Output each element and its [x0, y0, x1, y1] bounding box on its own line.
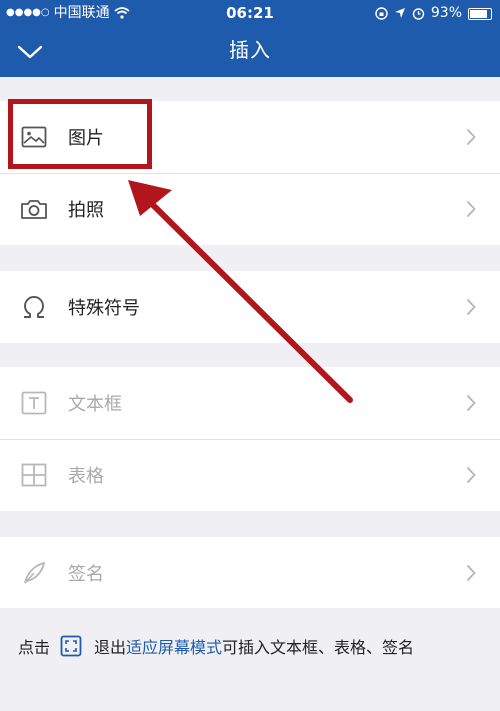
status-bar: ●●●●○ 中国联通 06:21 93%: [0, 0, 500, 26]
group-signature: 签名: [0, 537, 500, 609]
group-symbols: 特殊符号: [0, 271, 500, 343]
location-arrow-icon: [394, 8, 405, 18]
hint-prefix: 点击: [18, 638, 51, 657]
chevron-right-icon: [466, 564, 476, 582]
menu-item-camera[interactable]: 拍照: [0, 173, 500, 245]
group-layout: 文本框 表格: [0, 367, 500, 511]
battery-icon: [468, 8, 492, 20]
chevron-right-icon: [466, 394, 476, 412]
fit-screen-mode-link[interactable]: 适应屏幕模式: [126, 634, 222, 658]
signature-pen-icon: [20, 559, 48, 587]
alarm-icon: [412, 7, 425, 20]
hint-middle: 退出: [94, 638, 127, 657]
annotation-highlight-box: [8, 99, 152, 169]
menu-item-label: 表格: [68, 466, 104, 487]
menu-item-text-box[interactable]: 文本框: [0, 367, 500, 439]
menu-item-label: 拍照: [68, 200, 104, 221]
text-box-icon: [20, 389, 48, 417]
menu-item-special-symbols[interactable]: 特殊符号: [0, 271, 500, 343]
hint-suffix: 可插入文本框、表格、签名: [222, 638, 415, 657]
menu-item-label: 签名: [68, 564, 104, 585]
table-icon: [20, 461, 48, 489]
rotation-lock-icon: [375, 6, 388, 20]
nav-bar: 插入: [0, 26, 500, 77]
menu-item-table[interactable]: 表格: [0, 439, 500, 511]
header: ●●●●○ 中国联通 06:21 93% 插入: [0, 0, 500, 77]
chevron-right-icon: [466, 200, 476, 218]
camera-icon: [20, 195, 48, 223]
footer-hint: 点击 退出 适应屏幕模式 可插入文本框、表格、签名: [0, 608, 500, 711]
chevron-right-icon: [466, 466, 476, 484]
menu-item-label: 文本框: [68, 394, 122, 415]
chevron-right-icon: [466, 298, 476, 316]
omega-icon: [20, 293, 48, 321]
menu-item-signature[interactable]: 签名: [0, 537, 500, 609]
battery-percent: 93%: [430, 5, 462, 21]
page-title: 插入: [229, 38, 271, 62]
menu-item-label: 特殊符号: [68, 298, 140, 319]
fit-screen-icon: [60, 635, 82, 657]
chevron-right-icon: [466, 128, 476, 146]
